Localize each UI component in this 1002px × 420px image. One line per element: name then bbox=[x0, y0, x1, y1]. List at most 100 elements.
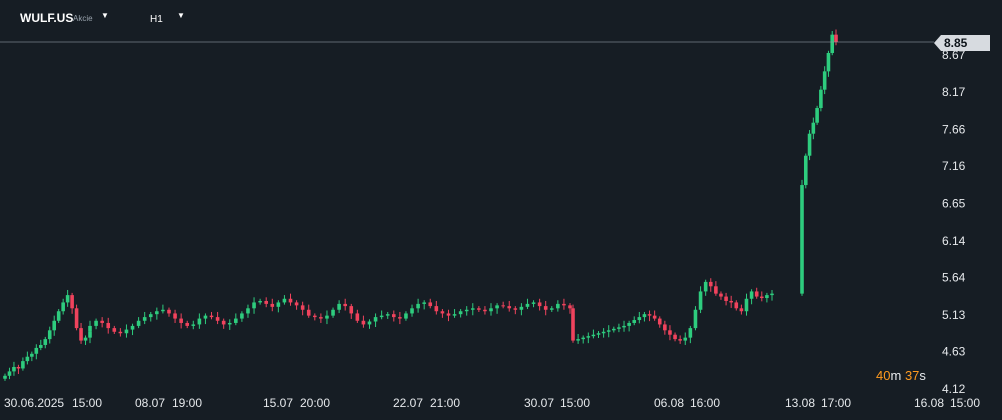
x-tick-label: 08.07 bbox=[135, 396, 165, 410]
chart-root: 8.67 8.17 7.66 7.16 6.65 6.14 5.64 5.13 4.63 4.12… bbox=[0, 0, 1002, 420]
current-price-value: 8.85 bbox=[944, 36, 968, 50]
candle-up bbox=[637, 317, 642, 321]
candle-down bbox=[714, 286, 718, 294]
x-tick-label: 06.08 bbox=[654, 396, 684, 410]
candle-up bbox=[596, 333, 601, 335]
candle-down bbox=[729, 300, 733, 303]
countdown-seconds: 37 bbox=[904, 368, 920, 383]
candle-up bbox=[155, 311, 159, 315]
candle-up bbox=[124, 329, 129, 334]
candlestick-chart[interactable]: 8.678.177.667.166.656.145.645.134.634.12… bbox=[0, 0, 1002, 420]
candle-up bbox=[581, 337, 586, 340]
candle-down bbox=[562, 303, 566, 306]
candle-up bbox=[234, 318, 238, 323]
candle-down bbox=[343, 303, 347, 307]
candle-down bbox=[349, 306, 354, 314]
candle-up bbox=[703, 281, 708, 292]
x-tick-label: 22.07 bbox=[393, 396, 423, 410]
candle-up bbox=[749, 291, 754, 299]
candle-up bbox=[632, 320, 637, 323]
chevron-down-icon[interactable]: ▼ bbox=[101, 11, 109, 20]
candle-up bbox=[770, 293, 774, 296]
candle-up bbox=[803, 155, 808, 186]
timeframe-selector[interactable]: H1 bbox=[150, 14, 163, 25]
countdown-minutes-unit: m bbox=[890, 368, 902, 383]
candle-up bbox=[591, 334, 596, 337]
x-tick-label: 30.07 bbox=[524, 396, 554, 410]
candle-down bbox=[391, 314, 396, 318]
y-tick-label: 5.64 bbox=[942, 270, 966, 284]
x-tick-label: 20:00 bbox=[300, 396, 330, 410]
candle-up bbox=[197, 318, 202, 325]
candle-down bbox=[106, 322, 111, 329]
candle-down bbox=[294, 302, 299, 306]
candle-down bbox=[668, 330, 672, 335]
candle-down bbox=[215, 317, 220, 321]
candle-down bbox=[16, 366, 21, 369]
candle-down bbox=[167, 309, 171, 314]
candle-down bbox=[568, 305, 572, 309]
candle-up bbox=[130, 325, 135, 330]
candle-down bbox=[74, 308, 79, 329]
candle-up bbox=[576, 339, 580, 341]
candle-up bbox=[525, 303, 530, 307]
candle-up bbox=[203, 315, 208, 319]
candle-up bbox=[373, 317, 378, 322]
candle-up bbox=[519, 306, 524, 310]
y-tick-label: 5.13 bbox=[942, 308, 966, 322]
candle-down bbox=[428, 302, 433, 307]
candle-up bbox=[606, 330, 611, 332]
candle-up bbox=[470, 308, 475, 310]
candle-up bbox=[21, 361, 25, 369]
candle-up bbox=[276, 302, 281, 307]
x-tick-label: 30.06.2025 bbox=[4, 396, 64, 410]
candle-down bbox=[300, 305, 305, 310]
candle-down bbox=[446, 313, 451, 316]
candle-down bbox=[483, 309, 487, 312]
candle-up bbox=[34, 347, 39, 354]
chart-toolbar: WULF.US Akcie ▼ H1 ▼ bbox=[0, 0, 1002, 38]
countdown-minutes: 40 bbox=[876, 368, 891, 383]
candle-up bbox=[822, 71, 827, 90]
candle-down bbox=[355, 313, 360, 321]
candle-up bbox=[65, 295, 70, 303]
y-tick-label: 6.14 bbox=[942, 234, 966, 248]
candle-up bbox=[142, 317, 147, 321]
candle-down bbox=[663, 324, 667, 331]
candle-down bbox=[759, 296, 764, 299]
x-tick-label: 15.07 bbox=[263, 396, 293, 410]
candle-down bbox=[673, 334, 677, 340]
candle-up bbox=[765, 295, 769, 299]
candle-up bbox=[556, 303, 560, 309]
candle-up bbox=[464, 309, 469, 312]
candle-down bbox=[571, 308, 575, 341]
chevron-down-icon[interactable]: ▼ bbox=[177, 11, 185, 20]
candle-up bbox=[52, 320, 57, 331]
candle-up bbox=[800, 185, 804, 294]
candle-up bbox=[612, 328, 616, 331]
candle-down bbox=[70, 295, 74, 309]
x-tick-label: 19:00 bbox=[172, 396, 202, 410]
candle-down bbox=[398, 317, 402, 319]
y-tick-label: 8.17 bbox=[942, 85, 966, 99]
candle-down bbox=[708, 281, 713, 287]
candle-down bbox=[739, 308, 744, 312]
y-tick-label: 6.65 bbox=[942, 196, 966, 210]
candle-up bbox=[367, 321, 372, 325]
symbol-label[interactable]: WULF.US bbox=[20, 11, 73, 25]
candle-down bbox=[501, 305, 505, 307]
candle-up bbox=[622, 325, 626, 328]
candle-up bbox=[683, 337, 688, 341]
candle-down bbox=[754, 291, 759, 297]
candle-down bbox=[209, 315, 214, 318]
candle-up bbox=[489, 308, 493, 312]
candle-down bbox=[270, 303, 275, 307]
candle-down bbox=[537, 302, 542, 307]
candle-up bbox=[136, 320, 141, 326]
candle-up bbox=[83, 337, 88, 341]
candle-up bbox=[495, 305, 499, 309]
candle-down bbox=[79, 328, 83, 341]
candle-up bbox=[811, 122, 816, 134]
candle-up bbox=[148, 314, 153, 318]
candle-down bbox=[719, 293, 723, 297]
